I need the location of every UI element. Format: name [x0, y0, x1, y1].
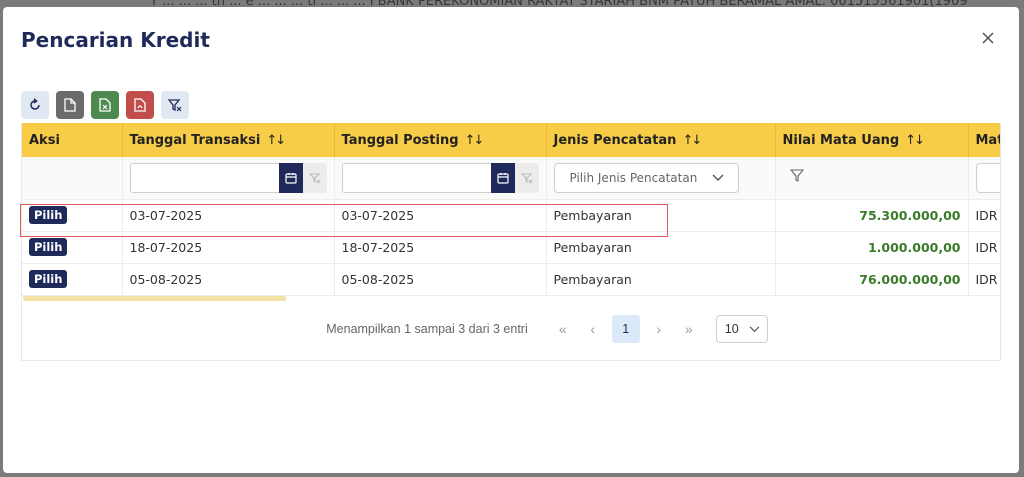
close-icon: [982, 32, 994, 44]
cell-jenis-pencatatan: Pembayaran: [546, 263, 776, 296]
pilih-button[interactable]: Pilih: [29, 206, 68, 224]
chevron-right-icon: ›: [656, 321, 662, 337]
clear-date-filter-button[interactable]: [302, 162, 327, 193]
cell-jenis-pencatatan: Pembayaran: [546, 231, 776, 264]
data-table-container: Aksi Tanggal Transaksi ↑↓ Tanggal Posting…: [21, 123, 1001, 361]
last-page-button[interactable]: »: [674, 315, 704, 343]
column-header-aksi: Aksi: [22, 123, 123, 157]
tanggal-transaksi-filter-input[interactable]: [129, 162, 279, 193]
cell-mata: IDR: [968, 199, 1000, 232]
cell-mata: IDR: [968, 263, 1000, 296]
modal-title: Pencarian Kredit: [21, 28, 210, 52]
filter-cell-nilai-mata-uang: [775, 157, 969, 200]
calendar-button[interactable]: [490, 162, 515, 193]
cell-tanggal-transaksi: 05-08-2025: [122, 263, 335, 296]
cell-jenis-pencatatan: Pembayaran: [546, 199, 776, 232]
sort-icon[interactable]: ↑↓: [682, 133, 702, 148]
cell-tanggal-transaksi: 18-07-2025: [122, 231, 335, 264]
table-row: Pilih 18-07-2025 18-07-2025 Pembayaran 1…: [22, 231, 1000, 264]
sort-icon[interactable]: ↑↓: [905, 133, 925, 148]
tanggal-posting-filter-input[interactable]: [341, 162, 491, 193]
toolbar: [21, 91, 189, 119]
close-button[interactable]: [977, 27, 999, 49]
table-row: Pilih 05-08-2025 05-08-2025 Pembayaran 7…: [22, 263, 1000, 296]
filter-row: Pilih Jenis Pencatatan: [22, 157, 1000, 200]
column-header-jenis-pencatatan[interactable]: Jenis Pencatatan ↑↓: [546, 123, 776, 157]
column-header-tanggal-transaksi[interactable]: Tanggal Transaksi ↑↓: [122, 123, 335, 157]
data-table: Aksi Tanggal Transaksi ↑↓ Tanggal Posting…: [22, 123, 1000, 296]
filter-cell-aksi: [22, 157, 123, 200]
column-header-mata: Mata: [968, 123, 1000, 157]
pilih-button[interactable]: Pilih: [29, 238, 68, 256]
table-row: Pilih 03-07-2025 03-07-2025 Pembayaran 7…: [22, 199, 1000, 232]
pagination-info: Menampilkan 1 sampai 3 dari 3 entri: [326, 322, 528, 336]
refresh-icon: [30, 98, 40, 110]
export-file-button[interactable]: [56, 91, 84, 119]
cell-tanggal-posting: 05-08-2025: [334, 263, 547, 296]
filter-clear-icon: [520, 173, 532, 184]
first-page-button[interactable]: «: [548, 315, 578, 343]
filter-cell-tanggal-transaksi: [122, 157, 335, 200]
prev-page-button[interactable]: ‹: [578, 315, 608, 343]
cell-tanggal-posting: 03-07-2025: [334, 199, 547, 232]
search-credit-modal: Pencarian Kredit Aksi Tanggal Transaksi …: [3, 7, 1019, 473]
page-size-select[interactable]: 10: [715, 315, 768, 343]
chevron-down-icon: [749, 325, 760, 332]
cell-nilai-mata-uang: 76.000.000,00: [775, 263, 969, 296]
filter-cell-tanggal-posting: [334, 157, 547, 200]
jenis-pencatatan-dropdown[interactable]: Pilih Jenis Pencatatan: [553, 162, 739, 193]
cell-tanggal-posting: 18-07-2025: [334, 231, 547, 264]
export-pdf-button[interactable]: [126, 91, 154, 119]
filter-cell-jenis-pencatatan: Pilih Jenis Pencatatan: [546, 157, 776, 200]
pdf-icon: [134, 98, 146, 112]
filter-cell-mata: [968, 157, 1000, 200]
double-chevron-right-icon: »: [684, 321, 693, 337]
column-header-nilai-mata-uang[interactable]: Nilai Mata Uang ↑↓: [775, 123, 969, 157]
mata-filter-input[interactable]: [975, 162, 1000, 193]
column-header-tanggal-posting[interactable]: Tanggal Posting ↑↓: [334, 123, 547, 157]
export-excel-button[interactable]: [91, 91, 119, 119]
clear-filter-icon: [168, 99, 182, 112]
clear-filter-button[interactable]: [161, 91, 189, 119]
chevron-left-icon: ‹: [590, 321, 596, 337]
cell-tanggal-transaksi: 03-07-2025: [122, 199, 335, 232]
chevron-down-icon: [712, 174, 723, 181]
calendar-icon: [284, 172, 297, 184]
calendar-button[interactable]: [278, 162, 303, 193]
pagination: Menampilkan 1 sampai 3 dari 3 entri « ‹ …: [22, 315, 1000, 343]
double-chevron-left-icon: «: [558, 321, 567, 337]
refresh-button[interactable]: [21, 91, 49, 119]
table-header-row: Aksi Tanggal Transaksi ↑↓ Tanggal Posting…: [22, 123, 1000, 157]
cell-mata: IDR: [968, 231, 1000, 264]
page-button-current[interactable]: 1: [611, 315, 640, 343]
next-page-button[interactable]: ›: [644, 315, 674, 343]
horizontal-scrollbar[interactable]: [23, 296, 286, 301]
calendar-icon: [496, 172, 509, 184]
sort-icon[interactable]: ↑↓: [465, 133, 485, 148]
dropdown-placeholder: Pilih Jenis Pencatatan: [569, 170, 698, 185]
filter-clear-icon: [308, 173, 320, 184]
pilih-button[interactable]: Pilih: [29, 270, 68, 288]
cell-nilai-mata-uang: 75.300.000,00: [775, 199, 969, 232]
filter-icon[interactable]: [789, 169, 804, 183]
page-size-value: 10: [724, 322, 739, 336]
file-icon: [64, 98, 76, 112]
sort-icon[interactable]: ↑↓: [266, 133, 286, 148]
clear-date-filter-button[interactable]: [514, 162, 539, 193]
excel-icon: [99, 98, 111, 112]
cell-nilai-mata-uang: 1.000.000,00: [775, 231, 969, 264]
